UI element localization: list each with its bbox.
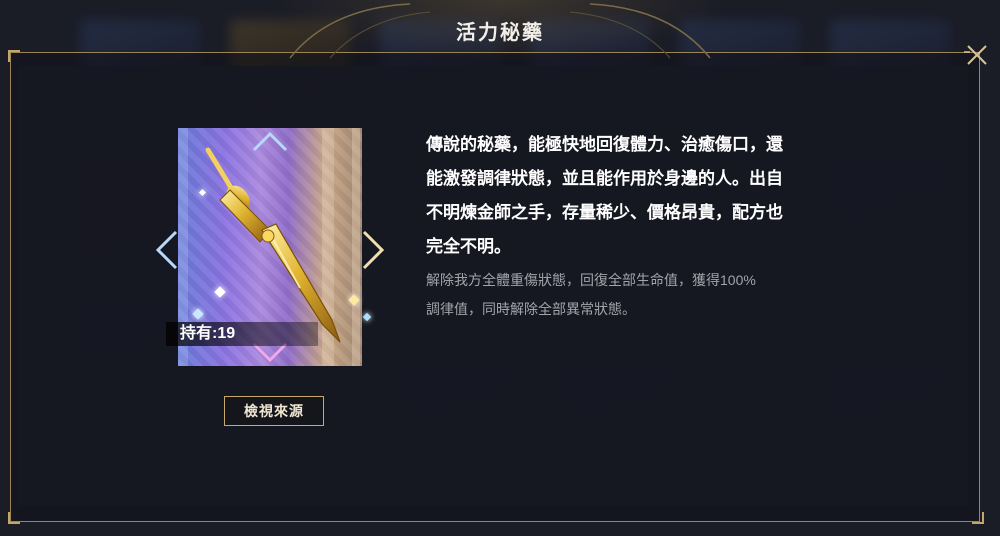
dialog-title: 活力秘藥 (456, 22, 544, 44)
corner-ornament (972, 512, 984, 524)
close-icon (964, 45, 987, 65)
chevron-left-icon (155, 230, 178, 270)
description-line: 完全不明。 (426, 237, 511, 256)
effect-line: 解除我方全體重傷狀態，回復全部生命值，獲得100% (426, 272, 756, 288)
sparkle (362, 312, 372, 322)
view-source-button[interactable]: 檢視來源 (224, 396, 324, 426)
description-line: 能激發調律狀態，並且能作用於身邊的人。出自 (426, 169, 783, 188)
description-line: 不明煉金師之手，存量稀少、價格昂貴，配方也 (426, 203, 783, 222)
effect-line: 調律值，同時解除全部異常狀態。 (426, 301, 636, 317)
owned-count: 持有:19 (166, 322, 318, 346)
title-bar: 活力秘藥 (0, 0, 1000, 62)
corner-ornament (8, 512, 20, 524)
description-line: 傳說的秘藥，能極快地回復體力、治癒傷口，還 (426, 135, 783, 154)
item-description: 傳說的秘藥，能極快地回復體力、治癒傷口，還 能激發調律狀態，並且能作用於身邊的人… (426, 128, 826, 264)
item-effect: 解除我方全體重傷狀態，回復全部生命值，獲得100% 調律值，同時解除全部異常狀態… (426, 266, 826, 324)
close-button[interactable] (960, 38, 992, 70)
chevron-right-icon (362, 230, 385, 270)
